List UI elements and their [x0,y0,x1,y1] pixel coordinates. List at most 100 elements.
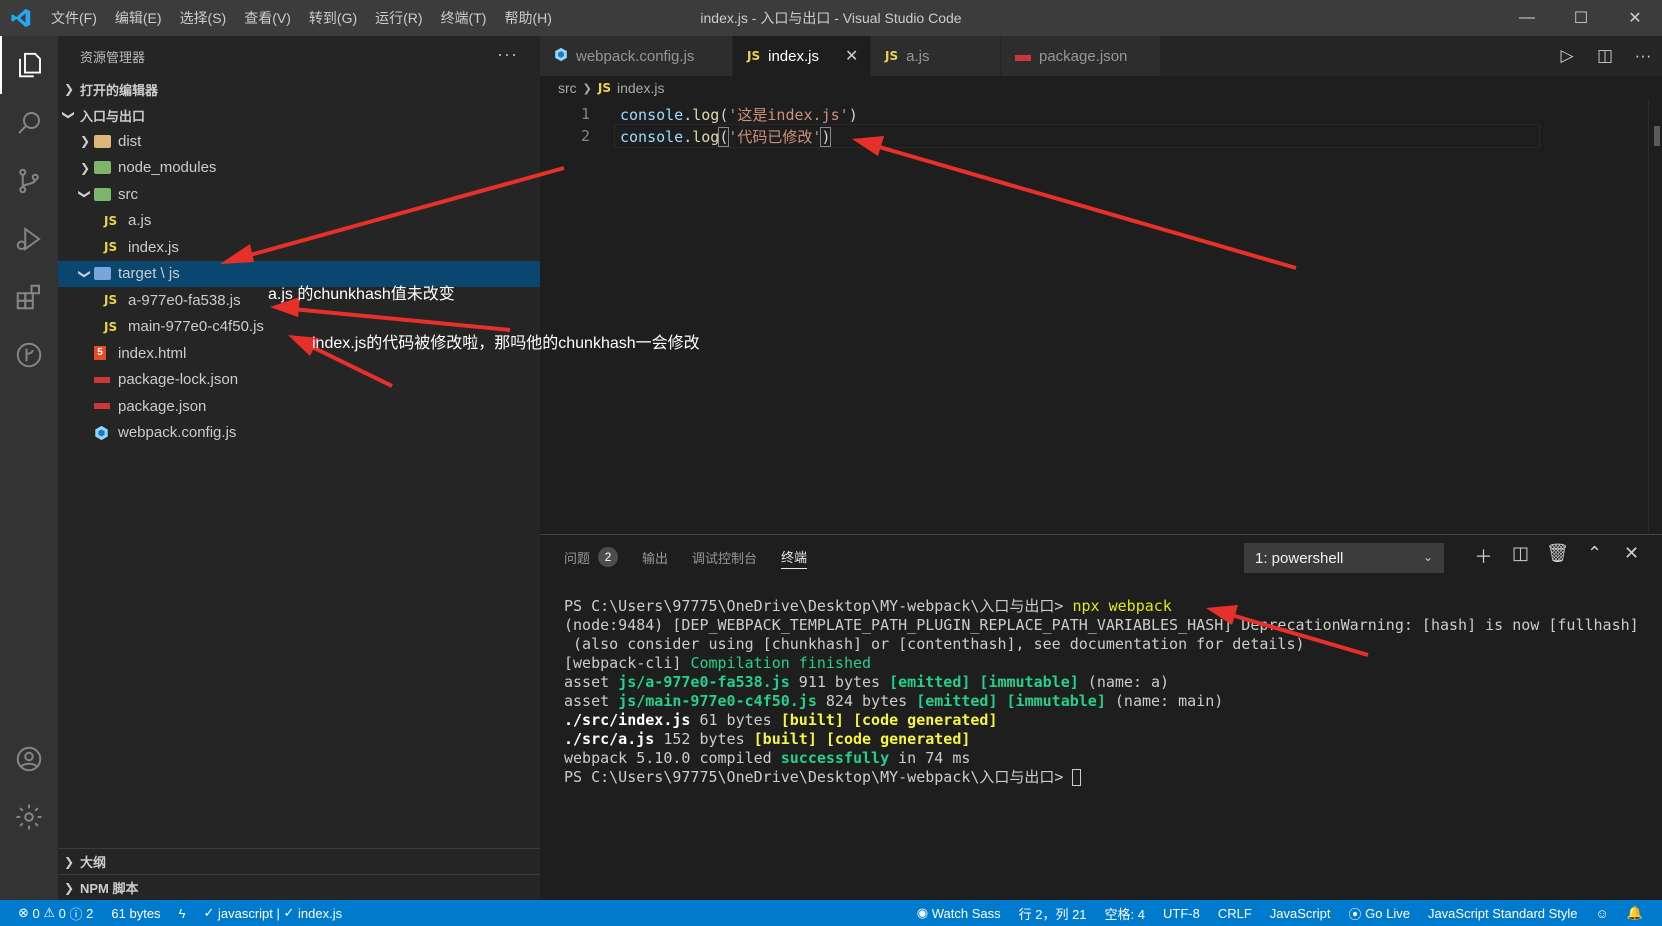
lightning-icon[interactable]: ϟ [170,900,195,926]
tree-item-label: package.json [118,397,207,415]
maximize-icon[interactable]: ☐ [1554,0,1608,36]
code-text: console.log('代码已修改') [620,126,832,147]
problems-count-badge: 2 [598,547,619,567]
js-icon: JS [597,81,611,95]
menu-help[interactable]: 帮助(H) [495,0,560,36]
npm-scripts-label: NPM 脚本 [80,881,139,896]
code-editor[interactable]: 1 console.log('这是index.js') 2 console.lo… [540,100,1662,534]
tab-terminal[interactable]: 终端 [781,545,808,569]
settings-gear-icon[interactable] [0,788,58,846]
npm-icon [1015,48,1031,65]
close-window-icon[interactable]: ✕ [1608,0,1662,36]
terminal-output[interactable]: PS C:\Users\97775\OneDrive\Desktop\MY-we… [564,597,1639,787]
menu-terminal[interactable]: 终端(T) [432,0,496,36]
tree-item-package-json[interactable]: package.json [58,393,540,420]
tab-debug-console[interactable]: 调试控制台 [692,545,757,569]
tree-item-src[interactable]: ❯ src [58,181,540,208]
folder-src-icon [94,187,118,201]
bottom-panel: 问题 2 输出 调试控制台 终端 1: powershell ⌄ ＋ ◫ 🗑 ⌃… [540,534,1662,900]
tab-webpack-config[interactable]: webpack.config.js [540,36,733,76]
accounts-icon[interactable] [0,730,58,788]
check-icon: ✓ [283,905,295,920]
more-actions-icon[interactable]: ··· [1624,46,1662,66]
menu-run[interactable]: 运行(R) [366,0,431,36]
tree-item-label: index.js [128,238,179,256]
tab-a-js[interactable]: JS a.js [871,36,1001,76]
tree-item-dist[interactable]: ❯ dist [58,128,540,155]
terminal-cursor [1072,769,1082,786]
scrollbar-thumb[interactable] [1654,126,1660,146]
tree-item-label: src [118,185,138,203]
menu-file[interactable]: 文件(F) [42,0,106,36]
run-debug-icon[interactable] [0,210,58,268]
js-icon: JS [104,319,118,334]
explorer-icon[interactable] [0,36,58,94]
tree-item-label: index.html [118,344,187,362]
language-status[interactable]: JavaScript [1261,900,1340,926]
chevron-right-icon: ❯ [63,82,75,96]
open-editors-section[interactable]: ❯ 打开的编辑器 [58,76,540,102]
annotation-a-hash: a.js 的chunkhash值未改变 [268,286,455,303]
tab-index-js[interactable]: JS index.js ✕ [733,36,871,76]
code-style-status[interactable]: JavaScript Standard Style [1419,900,1587,926]
project-section[interactable]: ❯ 入口与出口 [58,102,540,128]
terminal-select[interactable]: 1: powershell ⌄ [1244,543,1444,573]
tree-item-a-js[interactable]: JS a.js [58,208,540,235]
maximize-panel-icon[interactable]: ⌃ [1576,543,1613,569]
editor-scrollbar[interactable] [1648,100,1662,532]
sidebar-title: 资源管理器 [80,49,146,65]
encoding-status[interactable]: UTF-8 [1154,900,1209,926]
run-icon[interactable]: ▷ [1548,46,1586,66]
search-icon[interactable] [0,94,58,152]
lint-status[interactable]: ✓ javascript | ✓ index.js [194,900,351,926]
file-size-status[interactable]: 61 bytes [102,900,169,926]
more-actions-icon[interactable]: ··· [497,44,518,65]
watch-sass-status[interactable]: ◉ Watch Sass [908,900,1010,926]
tree-item-package-lock[interactable]: package-lock.json [58,367,540,394]
folder-icon [94,134,118,148]
tree-item-index-js[interactable]: JS index.js [58,234,540,261]
git-graph-icon[interactable] [0,326,58,384]
new-terminal-icon[interactable]: ＋ [1465,543,1502,569]
line-number: 2 [580,127,590,145]
close-panel-icon[interactable]: ✕ [1613,543,1650,569]
breadcrumb-file[interactable]: index.js [617,80,664,96]
minimize-icon[interactable]: — [1500,0,1554,36]
indentation-status[interactable]: 空格: 4 [1096,900,1154,926]
menu-go[interactable]: 转到(G) [300,0,366,36]
tab-output[interactable]: 输出 [642,545,668,569]
tab-problems[interactable]: 问题 2 [564,545,619,569]
problems-status[interactable]: ⊗ 0 ⚠ 0 ⓘ 2 [0,900,102,926]
go-live-status[interactable]: ⦿ Go Live [1340,900,1419,926]
tree-item-node-modules[interactable]: ❯ node_modules [58,155,540,182]
cursor-position-status[interactable]: 行 2，列 21 [1010,900,1096,926]
bell-icon[interactable]: 🔔 [1618,900,1652,926]
breadcrumb-folder[interactable]: src [558,80,577,96]
chevron-down-icon: ⌄ [1422,550,1433,564]
menu-selection[interactable]: 选择(S) [171,0,236,36]
npm-scripts-section[interactable]: ❯ NPM 脚本 [58,874,540,900]
chevron-right-icon: ❯ [582,82,592,95]
webpack-icon [554,47,568,66]
editor-tabs: webpack.config.js JS index.js ✕ JS a.js … [540,36,1662,76]
tree-item-label: package-lock.json [118,371,239,389]
status-right: ◉ Watch Sass 行 2，列 21 空格: 4 UTF-8 CRLF J… [908,900,1652,926]
menu-edit[interactable]: 编辑(E) [106,0,171,36]
trash-icon[interactable]: 🗑 [1539,543,1576,569]
split-editor-icon[interactable]: ◫ [1586,46,1624,66]
tab-package-json[interactable]: package.json [1001,36,1161,76]
chevron-down-icon: ❯ [78,268,92,279]
chevron-down-icon: ❯ [78,189,92,200]
tab-label: a.js [906,47,930,65]
eol-status[interactable]: CRLF [1209,900,1261,926]
close-tab-icon[interactable]: ✕ [845,46,858,66]
breadcrumb: src ❯ JS index.js [558,80,664,96]
outline-section[interactable]: ❯ 大纲 [58,848,540,874]
menu-view[interactable]: 查看(V) [235,0,300,36]
tree-item-webpack-config[interactable]: webpack.config.js [58,420,540,447]
feedback-icon[interactable]: ☺ [1587,900,1618,926]
extensions-icon[interactable] [0,268,58,326]
js-icon: JS [104,213,118,228]
source-control-icon[interactable] [0,152,58,210]
split-terminal-icon[interactable]: ◫ [1502,543,1539,569]
